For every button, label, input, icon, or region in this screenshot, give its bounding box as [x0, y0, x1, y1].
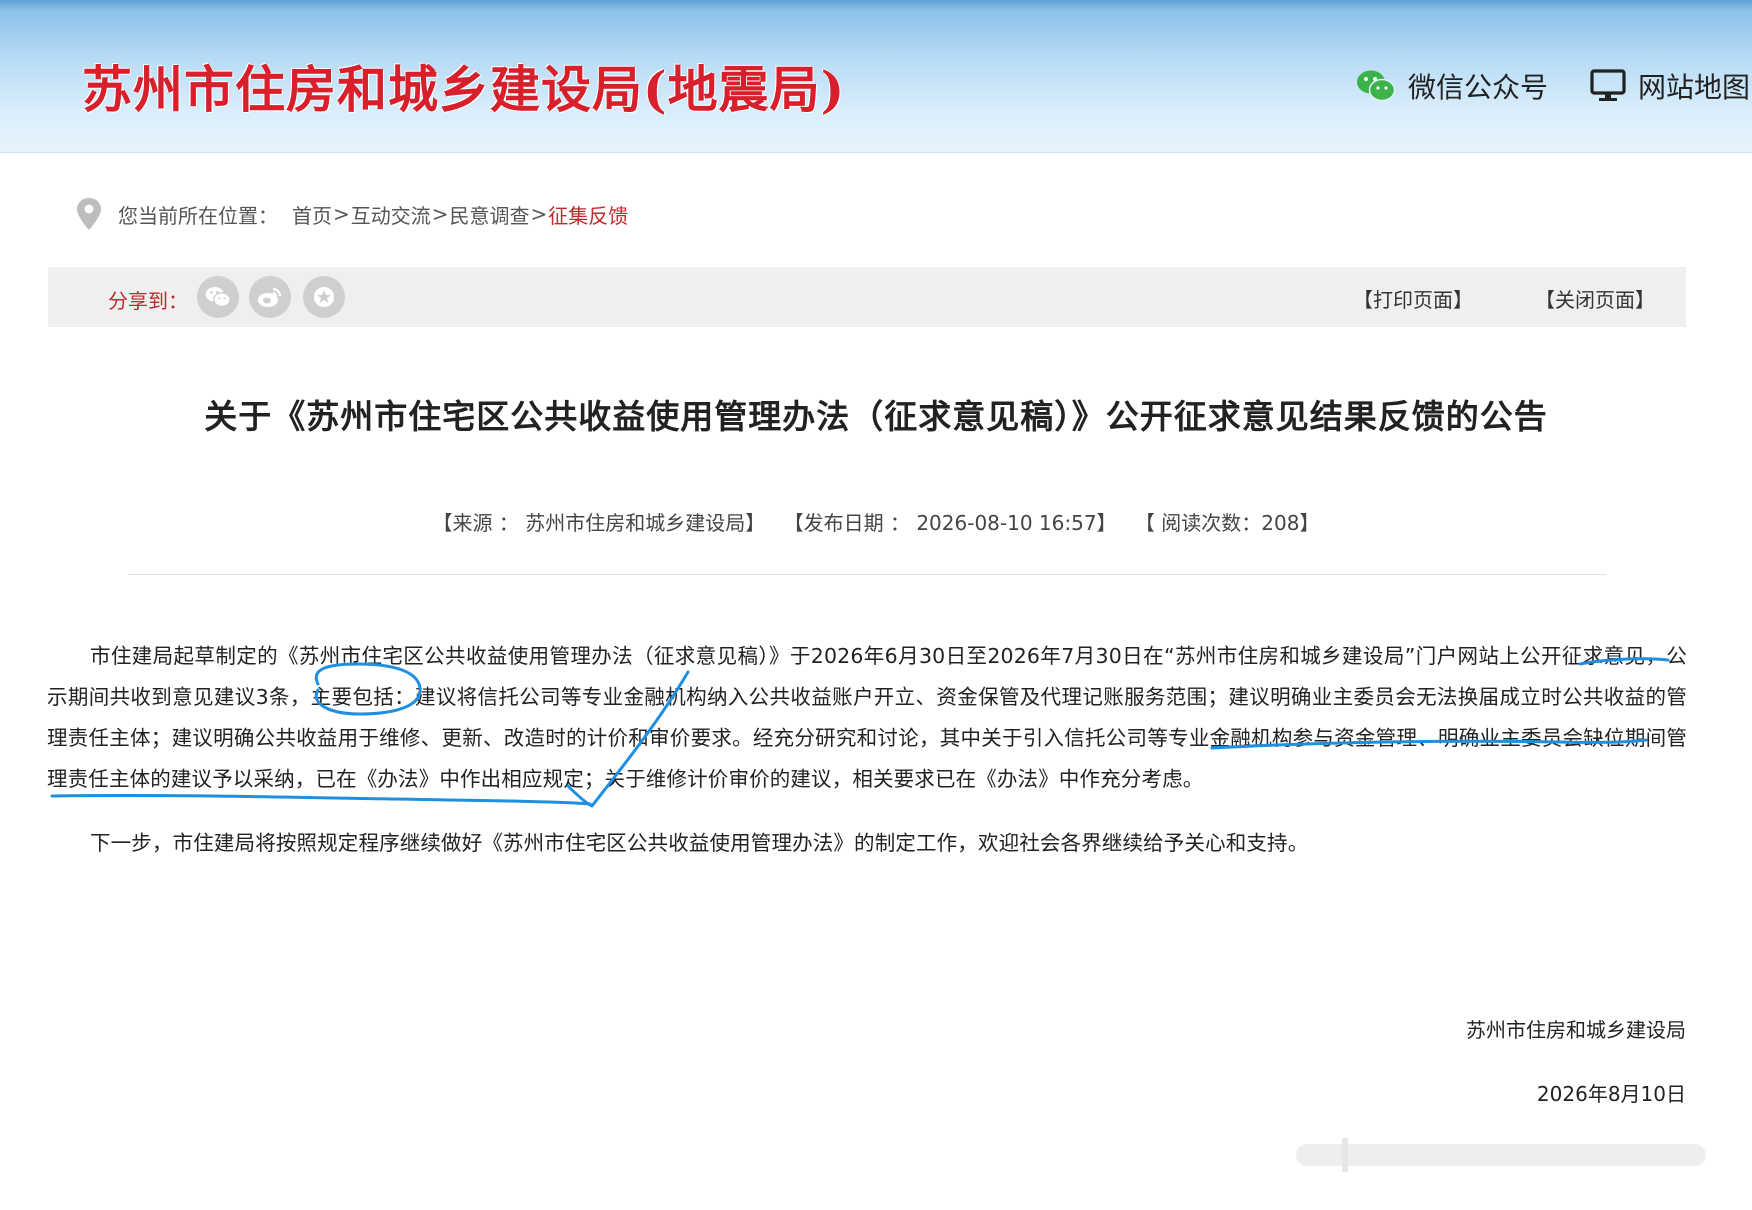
article-paragraph: 市住建局起草制定的《苏州市住宅区公共收益使用管理办法（征求意见稿）》于2026年… [47, 644, 1687, 791]
article-body: 市住建局起草制定的《苏州市住宅区公共收益使用管理办法（征求意见稿）》于2026年… [47, 636, 1687, 864]
share-label: 分享到： [108, 289, 188, 313]
sitemap-link[interactable]: 网站地图 [1590, 66, 1750, 106]
sitemap-label: 网站地图 [1638, 71, 1751, 104]
breadcrumb: 您当前所在位置： 首页 > 互动交流 > 民意调查 > 征集反馈 [74, 196, 628, 232]
location-pin-icon [74, 196, 104, 232]
article-publish-date: 【发布日期 ： 2026-08-10 16:57】 [783, 511, 1117, 535]
weibo-share-icon[interactable] [249, 276, 291, 318]
breadcrumb-separator: > [530, 202, 548, 226]
article-meta: 【来源 ： 苏州市住房和城乡建设局】 【发布日期 ： 2026-08-10 16… [0, 507, 1752, 536]
article-source: 【来源 ： 苏州市住房和城乡建设局】 [432, 511, 766, 535]
divider [128, 574, 1606, 575]
article-sign-date: 2026年8月10日 [1536, 1082, 1686, 1106]
wechat-icon [1356, 69, 1396, 103]
article-read-count: 【 阅读次数：208】 [1134, 511, 1320, 535]
watermark [1296, 1138, 1706, 1172]
close-page-button[interactable]: 【关闭页面】 [1535, 284, 1655, 313]
breadcrumb-current[interactable]: 征集反馈 [548, 200, 628, 229]
print-page-button[interactable]: 【打印页面】 [1353, 284, 1473, 313]
article-title: 关于《苏州市住宅区公共收益使用管理办法（征求意见稿）》公开征求意见结果反馈的公告 [204, 397, 1548, 436]
breadcrumb-separator: > [333, 202, 350, 226]
breadcrumb-prefix: 您当前所在位置： [118, 203, 278, 228]
breadcrumb-separator: > [431, 202, 449, 226]
site-header: 苏州市住房和城乡建设局(地震局) 微信公众号 网站地图 [0, 0, 1752, 153]
monitor-icon [1590, 69, 1626, 103]
article-paragraph: 下一步，市住建局将按照规定程序继续做好《苏州市住宅区公共收益使用管理办法》的制定… [90, 831, 1309, 855]
article-signature: 苏州市住房和城乡建设局 [1466, 1018, 1686, 1042]
breadcrumb-home[interactable]: 首页 [292, 200, 332, 229]
wechat-official-account-link[interactable]: 微信公众号 [1356, 66, 1548, 106]
site-title[interactable]: 苏州市住房和城乡建设局(地震局) [82, 50, 845, 122]
share-toolbar: 分享到： 【打印页面】 【关闭页面】 [48, 267, 1686, 327]
wechat-share-icon[interactable] [197, 276, 239, 318]
favorite-star-icon[interactable] [303, 276, 345, 318]
breadcrumb-survey[interactable]: 民意调查 [450, 200, 530, 229]
wechat-label: 微信公众号 [1408, 71, 1549, 104]
breadcrumb-interaction[interactable]: 互动交流 [351, 200, 431, 229]
